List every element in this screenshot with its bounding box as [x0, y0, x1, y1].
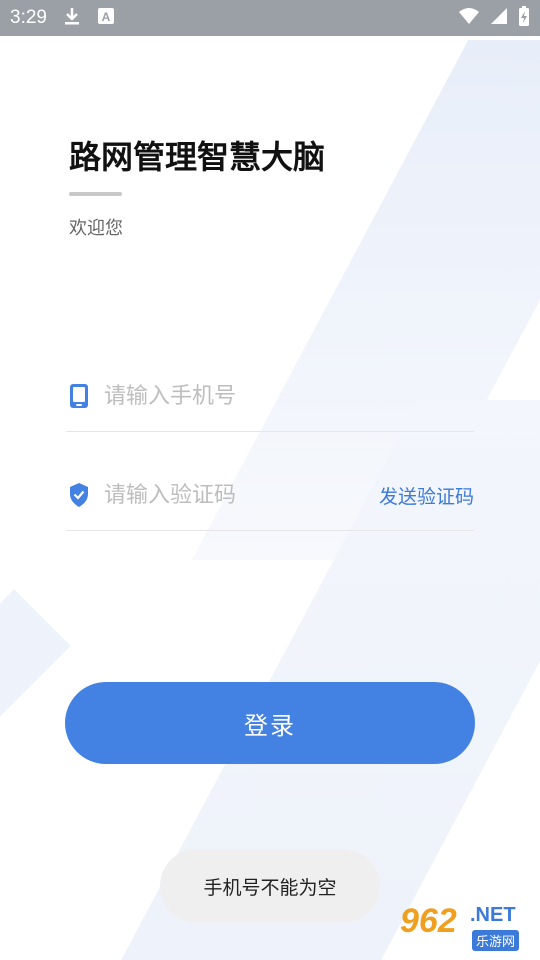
- toast-text: 手机号不能为空: [203, 876, 337, 899]
- font-a-icon: A: [97, 7, 115, 30]
- app-title: 路网管理智慧大脑: [69, 138, 326, 176]
- welcome-text: 欢迎您: [69, 218, 123, 239]
- toast-message: 手机号不能为空: [160, 849, 380, 923]
- status-time: 3:29: [10, 7, 47, 28]
- phone-icon: [68, 383, 90, 409]
- wifi-icon: [458, 7, 480, 30]
- download-icon: [63, 6, 81, 31]
- shield-check-icon: [68, 482, 90, 508]
- login-button[interactable]: 登录: [65, 682, 475, 764]
- status-bar: 3:29 A: [0, 0, 540, 36]
- phone-input[interactable]: [104, 377, 364, 415]
- phone-field: [66, 331, 474, 432]
- code-input[interactable]: [104, 476, 364, 514]
- watermark-net: .NET: [470, 904, 516, 926]
- watermark-number: 962: [400, 902, 457, 940]
- watermark-logo: 962 .NET 乐游网: [400, 902, 532, 954]
- signal-icon: [490, 7, 508, 30]
- send-code-button[interactable]: 发送验证码: [379, 482, 474, 509]
- watermark-sub: 乐游网: [472, 930, 520, 951]
- battery-charging-icon: [518, 5, 530, 32]
- title-underline: [69, 192, 122, 196]
- code-field: 发送验证码: [66, 430, 474, 531]
- svg-text:A: A: [102, 10, 111, 24]
